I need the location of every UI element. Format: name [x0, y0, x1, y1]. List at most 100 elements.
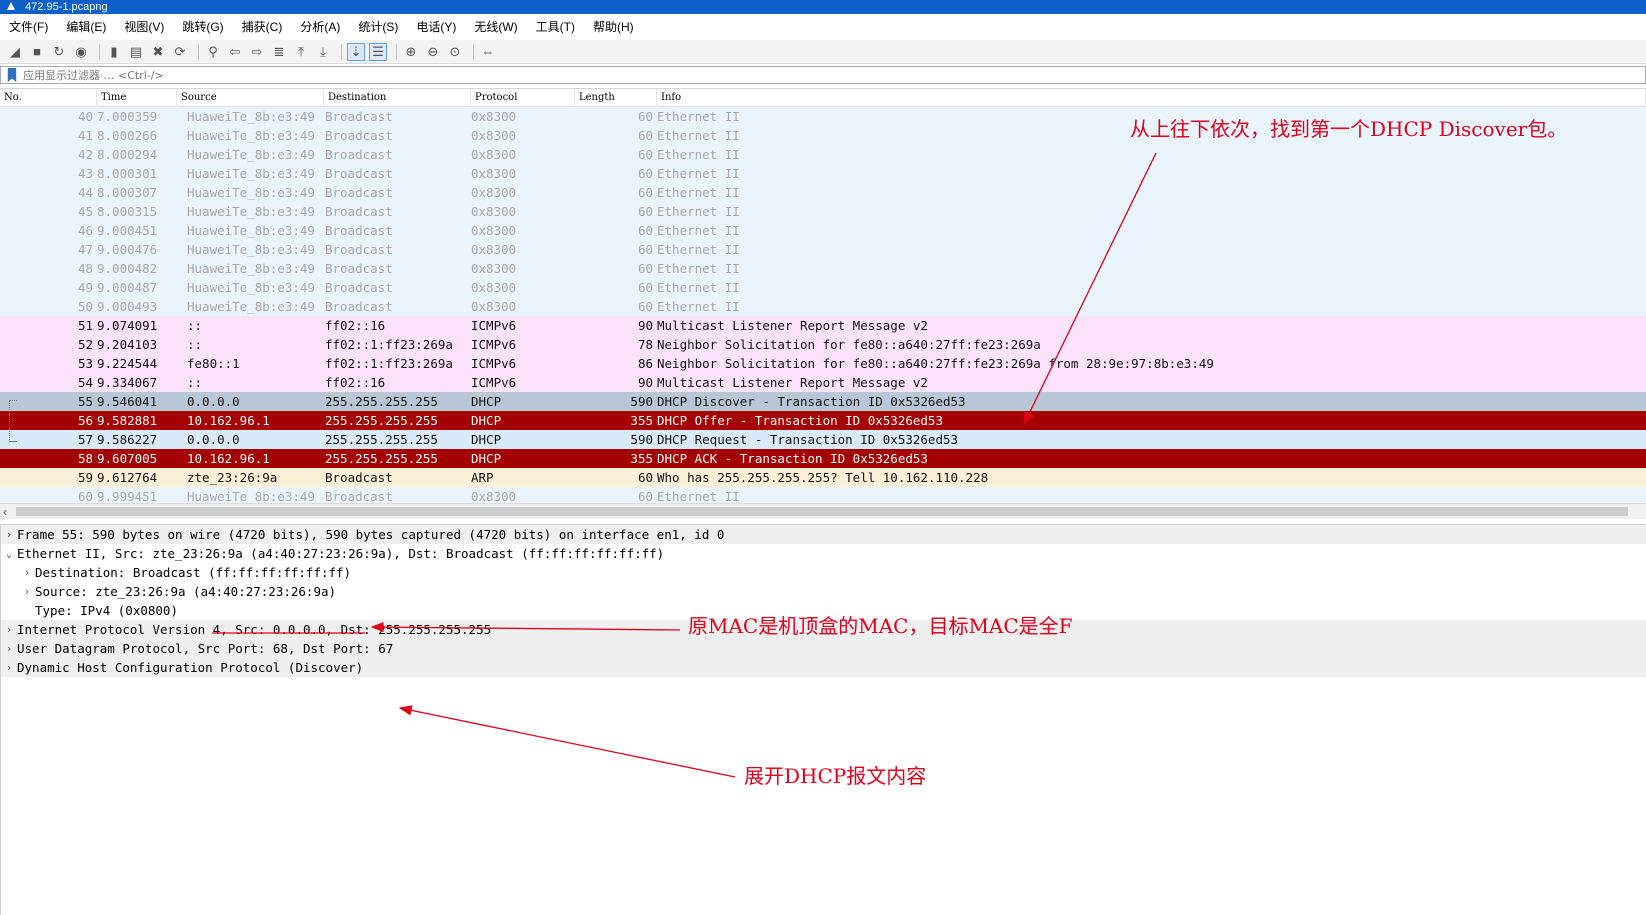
packet-cell-dst: Broadcast — [325, 204, 393, 219]
find-icon[interactable]: ⚲ — [204, 43, 222, 61]
packet-row[interactable]: 54 9.334067:: ff02::16 ICMPv6 90 Multicast Li… — [0, 373, 1646, 392]
packet-row[interactable]: 56 9.582881 10.162.96.1 255.255.255.255 DHCP… — [0, 411, 1646, 430]
detail-tree-item[interactable]: › Frame 55: 590 bytes on wire (4720 bits)… — [1, 525, 1646, 544]
menu-item-9[interactable]: 工具(T) — [527, 16, 584, 38]
chevron-right-icon[interactable]: › — [19, 566, 35, 579]
capture-options-icon[interactable]: ◉ — [72, 43, 90, 61]
packet-row[interactable]: 45 8.000315 HuaweiTe_8b:e3:49 Broadcast 0x83… — [0, 202, 1646, 221]
column-header-destination[interactable]: Destination — [324, 89, 471, 106]
packet-row[interactable]: 48 9.000482 HuaweiTe_8b:e3:49 Broadcast 0x83… — [0, 259, 1646, 278]
packet-row[interactable]: 53 9.224544 fe80::1 ff02::1:ff23:269a ICMPv6… — [0, 354, 1646, 373]
column-header-no[interactable]: No. — [0, 89, 97, 106]
first-packet-icon[interactable]: ⤒ — [292, 43, 310, 61]
packet-cell-no: 50 — [77, 299, 93, 314]
save-icon[interactable]: ▤ — [127, 43, 145, 61]
detail-tree-label: Frame 55: 590 bytes on wire (4720 bits),… — [17, 527, 725, 542]
packet-row[interactable]: 57 9.586227 0.0.0.0 255.255.255.255 DHCP 590 D… — [0, 430, 1646, 449]
column-header-length[interactable]: Length — [575, 89, 657, 106]
packet-cell-dst: Broadcast — [325, 185, 393, 200]
menu-item-0[interactable]: 文件(F) — [0, 16, 57, 38]
scrollbar-thumb[interactable] — [16, 507, 1628, 516]
packet-cell-no: 52 — [77, 337, 93, 352]
chevron-right-icon[interactable]: › — [1, 528, 17, 541]
menu-item-8[interactable]: 无线(W) — [465, 16, 526, 38]
detail-tree-item[interactable]: › Dynamic Host Configuration Protocol (Di… — [1, 658, 1646, 677]
colorize-icon[interactable]: ☰ — [369, 42, 387, 61]
menu-item-5[interactable]: 分析(A) — [291, 16, 349, 38]
column-header-source[interactable]: Source — [177, 89, 324, 106]
packet-cell-src: HuaweiTe_8b:e3:49 — [187, 280, 315, 295]
scroll-left-icon[interactable]: ‹ — [3, 505, 7, 519]
packet-row[interactable]: 52 9.204103:: ff02::1:ff23:269a ICMPv6 78 Nei… — [0, 335, 1646, 354]
bookmark-filter-icon[interactable] — [7, 68, 17, 82]
column-header-time[interactable]: Time — [97, 89, 177, 106]
packet-cell-src: HuaweiTe_8b:e3:49 — [187, 128, 315, 143]
menu-item-6[interactable]: 统计(S) — [349, 16, 407, 38]
packet-row[interactable]: 42 8.000294 HuaweiTe_8b:e3:49 Broadcast 0x83… — [0, 145, 1646, 164]
stop-icon[interactable]: ■ — [28, 43, 46, 61]
annotation-mac-explain: 原MAC是机顶盒的MAC，目标MAC是全F — [688, 614, 1073, 638]
packet-list-header: No. Time Source Destination Protocol Len… — [0, 89, 1646, 107]
packet-cell-dst: Broadcast — [325, 299, 393, 314]
window-title: 472.95-1.pcapng — [25, 1, 108, 13]
packet-cell-len: 590 — [630, 394, 653, 409]
packet-cell-dst: Broadcast — [325, 470, 393, 485]
menu-item-4[interactable]: 捕获(C) — [233, 16, 292, 38]
menu-item-2[interactable]: 视图(V) — [115, 16, 173, 38]
packet-row[interactable]: 47 9.000476 HuaweiTe_8b:e3:49 Broadcast 0x83… — [0, 240, 1646, 259]
packet-cell-src: 0.0.0.0 — [187, 432, 240, 447]
detail-tree-item[interactable]: › Source: zte_23:26:9a (a4:40:27:23:26:9a… — [1, 582, 1646, 601]
chevron-right-icon[interactable]: › — [1, 623, 17, 636]
autoscroll-icon[interactable]: ⇣ — [347, 42, 365, 61]
packet-cell-proto: 0x8300 — [471, 185, 517, 200]
menu-item-3[interactable]: 跳转(G) — [173, 16, 232, 38]
zoom-out-icon[interactable]: ⊖ — [424, 43, 442, 61]
packet-cell-dst: Broadcast — [325, 223, 393, 238]
display-filter-input[interactable]: 应用显示过滤器 … <Ctrl-/> — [23, 67, 164, 83]
packet-row[interactable]: 46 9.000451 HuaweiTe_8b:e3:49 Broadcast 0x83… — [0, 221, 1646, 240]
chevron-right-icon[interactable]: › — [1, 642, 17, 655]
column-header-protocol[interactable]: Protocol — [471, 89, 575, 106]
reload-icon[interactable]: ⟳ — [171, 43, 189, 61]
menu-item-7[interactable]: 电话(Y) — [407, 16, 465, 38]
chevron-right-icon[interactable]: › — [19, 585, 35, 598]
back-icon[interactable]: ⇦ — [226, 43, 244, 61]
open-file-icon[interactable]: ▮ — [105, 43, 123, 61]
column-header-info[interactable]: Info — [657, 89, 1646, 106]
chevron-down-icon[interactable]: ⌄ — [1, 547, 17, 560]
packet-cell-proto: DHCP — [471, 394, 502, 409]
goto-packet-icon[interactable]: ≣ — [270, 43, 288, 61]
packet-list: No. Time Source Destination Protocol Len… — [0, 88, 1646, 520]
packet-row[interactable]: 59 9.612764 zte_23:26:9a Broadcast ARP 60 Who … — [0, 468, 1646, 487]
packet-row[interactable]: 49 9.000487 HuaweiTe_8b:e3:49 Broadcast 0x83… — [0, 278, 1646, 297]
shark-fin-start-icon[interactable]: ◢ — [6, 43, 24, 61]
packet-cell-proto: ICMPv6 — [471, 375, 517, 390]
zoom-reset-icon[interactable]: ⊙ — [446, 43, 464, 61]
detail-tree-item[interactable]: ⌄ Ethernet II, Src: zte_23:26:9a (a4:40:2… — [1, 544, 1646, 563]
resize-columns-icon[interactable]: ⇔ — [479, 43, 497, 61]
packet-row[interactable]: 44 8.000307 HuaweiTe_8b:e3:49 Broadcast 0x83… — [0, 183, 1646, 202]
last-packet-icon[interactable]: ⤓ — [314, 43, 332, 61]
restart-icon[interactable]: ↻ — [50, 43, 68, 61]
detail-tree-item[interactable]: › Destination: Broadcast (ff:ff:ff:ff:ff:… — [1, 563, 1646, 582]
packet-list-hscrollbar[interactable]: ‹ — [0, 503, 1646, 519]
packet-cell-time: 8.000307 — [97, 185, 158, 200]
detail-tree-item[interactable]: › User Datagram Protocol, Src Port: 68, D… — [1, 639, 1646, 658]
detail-tree-label: Destination: Broadcast (ff:ff:ff:ff:ff:f… — [35, 565, 352, 580]
packet-row[interactable]: 55 9.546041 0.0.0.0 255.255.255.255 DHCP 590 D… — [0, 392, 1646, 411]
menu-item-1[interactable]: 编辑(E) — [57, 16, 115, 38]
display-filter-bar[interactable]: 应用显示过滤器 … <Ctrl-/> — [0, 66, 1646, 84]
close-file-icon[interactable]: ✖ — [149, 43, 167, 61]
forward-icon[interactable]: ⇨ — [248, 43, 266, 61]
packet-row[interactable]: 58 9.607005 10.162.96.1 255.255.255.255 DHCP… — [0, 449, 1646, 468]
packet-row[interactable]: 51 9.074091:: ff02::16 ICMPv6 90 Multicast Li… — [0, 316, 1646, 335]
chevron-right-icon[interactable]: › — [1, 661, 17, 674]
zoom-in-icon[interactable]: ⊕ — [402, 43, 420, 61]
packet-row[interactable]: 50 9.000493 HuaweiTe_8b:e3:49 Broadcast 0x83… — [0, 297, 1646, 316]
packet-cell-src: HuaweiTe_8b:e3:49 — [187, 185, 315, 200]
packet-cell-proto: 0x8300 — [471, 147, 517, 162]
menu-item-10[interactable]: 帮助(H) — [584, 16, 643, 38]
packet-cell-time: 9.000476 — [97, 242, 158, 257]
packet-cell-len: 60 — [637, 470, 653, 485]
packet-row[interactable]: 43 8.000301 HuaweiTe_8b:e3:49 Broadcast 0x83… — [0, 164, 1646, 183]
